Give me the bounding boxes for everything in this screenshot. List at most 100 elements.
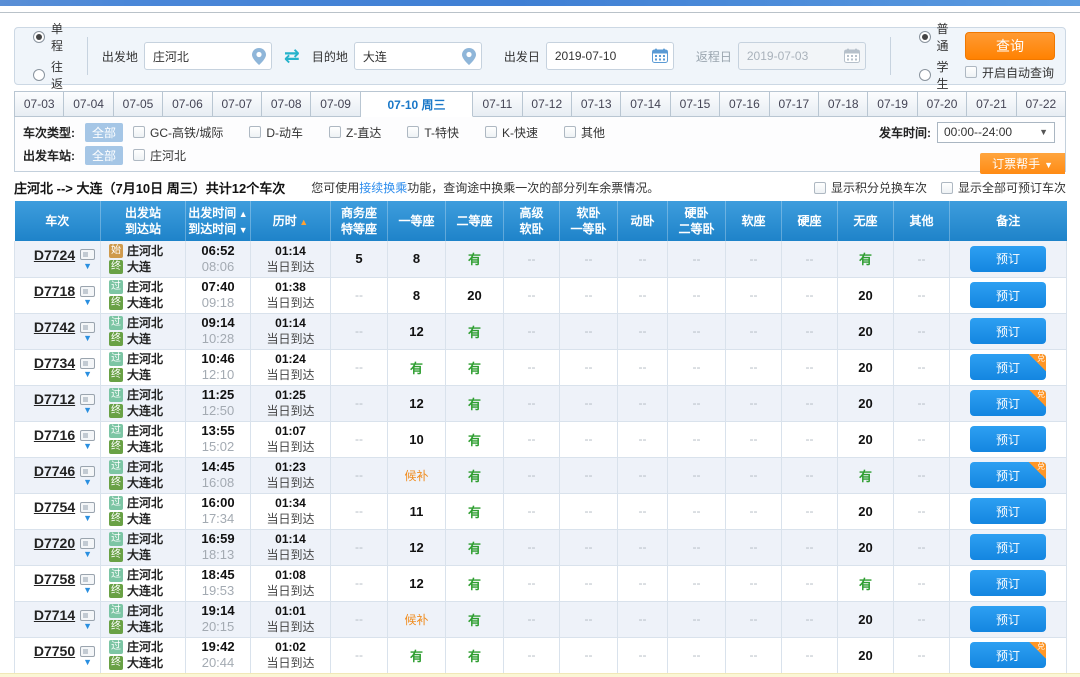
- train-type-option-checkbox[interactable]: Z-直达: [329, 124, 381, 141]
- one-way-label: 单程: [51, 22, 64, 53]
- date-tab-07-12[interactable]: 07-12: [522, 91, 572, 117]
- student-radio[interactable]: 学生: [918, 58, 955, 92]
- train-number-link[interactable]: D7734: [34, 355, 75, 371]
- location-pin-icon[interactable]: [251, 48, 266, 68]
- booking-helper-button[interactable]: 订票帮手 ▼: [980, 153, 1065, 174]
- expand-caret-icon[interactable]: ▼: [80, 261, 95, 271]
- date-tab-07-06[interactable]: 07-06: [163, 91, 213, 117]
- train-number-link[interactable]: D7746: [34, 463, 75, 479]
- train-type-option-checkbox[interactable]: K-快速: [485, 124, 538, 141]
- train-number-link[interactable]: D7714: [34, 607, 75, 623]
- book-button[interactable]: 预订兑: [970, 390, 1046, 416]
- date-tab-07-08[interactable]: 07-08: [262, 91, 312, 117]
- date-tab-07-20[interactable]: 07-20: [917, 91, 968, 117]
- date-tab-07-13[interactable]: 07-13: [571, 91, 622, 117]
- train-type-option-checkbox[interactable]: 其他: [564, 124, 605, 141]
- train-wrap: D7734 ▼: [34, 355, 96, 379]
- column-header: 车次: [14, 201, 101, 241]
- location-pin-icon[interactable]: [461, 48, 476, 68]
- seat-cell: --: [559, 421, 618, 458]
- date-tab-07-22[interactable]: 07-22: [1016, 91, 1067, 117]
- swap-stations-icon[interactable]: ⇄: [284, 47, 300, 66]
- pass-station-tag: 过: [109, 316, 123, 330]
- date-tab-07-09[interactable]: 07-09: [311, 91, 361, 117]
- checkbox-icon: [249, 126, 262, 138]
- book-button[interactable]: 预订兑: [970, 354, 1046, 380]
- expand-caret-icon[interactable]: ▼: [80, 406, 95, 415]
- train-number-link[interactable]: D7718: [34, 283, 75, 299]
- auto-query-checkbox[interactable]: 开启自动查询: [964, 64, 1054, 81]
- book-button[interactable]: 预订: [970, 426, 1046, 452]
- column-header[interactable]: 出发时间 ▲ 到达时间 ▼: [185, 201, 251, 241]
- show-points-checkbox[interactable]: 显示积分兑换车次: [813, 179, 927, 196]
- date-tab-07-07[interactable]: 07-07: [212, 91, 263, 117]
- expand-caret-icon[interactable]: ▼: [80, 442, 95, 451]
- depart-station-all-badge[interactable]: 全部: [85, 145, 124, 165]
- from-station-name: 庄河北: [127, 604, 164, 618]
- column-header[interactable]: 历时 ▲: [250, 201, 331, 241]
- seat-availability: 20: [858, 287, 873, 303]
- pass-station-tag: 过: [109, 424, 123, 438]
- train-cell: D7742 ▼: [14, 313, 101, 350]
- train-type-option-checkbox[interactable]: D-动车: [249, 124, 303, 141]
- expand-caret-icon[interactable]: ▼: [80, 622, 95, 631]
- duration-value: 01:24: [275, 352, 306, 366]
- book-button[interactable]: 预订兑: [970, 462, 1046, 488]
- round-trip-radio[interactable]: 往返: [33, 58, 73, 92]
- expand-caret-icon[interactable]: ▼: [80, 370, 95, 379]
- seat-availability: --: [527, 432, 536, 446]
- train-number-link[interactable]: D7712: [34, 391, 75, 407]
- date-tab-07-11[interactable]: 07-11: [473, 91, 523, 117]
- book-button[interactable]: 预订: [970, 570, 1046, 596]
- book-cell: 预订: [949, 529, 1067, 566]
- query-button[interactable]: 查询: [964, 31, 1055, 60]
- expand-caret-icon[interactable]: ▼: [80, 478, 95, 487]
- date-tab-07-05[interactable]: 07-05: [113, 91, 164, 117]
- seat-cell: --: [667, 529, 726, 566]
- date-tab-07-16[interactable]: 07-16: [720, 91, 770, 117]
- book-button[interactable]: 预订: [970, 318, 1046, 344]
- train-type-option-checkbox[interactable]: GC-高铁/城际: [133, 124, 223, 141]
- book-button[interactable]: 预订兑: [970, 642, 1046, 668]
- calendar-icon[interactable]: [651, 48, 668, 66]
- train-number-link[interactable]: D7716: [34, 427, 75, 443]
- expand-caret-icon[interactable]: ▼: [80, 658, 95, 667]
- date-tab-07-17[interactable]: 07-17: [769, 91, 820, 117]
- normal-radio[interactable]: 普通: [918, 20, 955, 54]
- book-button[interactable]: 预订: [970, 282, 1046, 308]
- date-tab-07-10[interactable]: 07-10 周三: [360, 91, 474, 117]
- train-number-link[interactable]: D7750: [34, 643, 75, 659]
- show-all-bookable-checkbox[interactable]: 显示全部可预订车次: [940, 179, 1066, 196]
- expand-caret-icon[interactable]: ▼: [80, 334, 95, 343]
- train-number-link[interactable]: D7754: [34, 499, 75, 515]
- expand-caret-icon[interactable]: ▼: [80, 298, 95, 307]
- train-type-option-checkbox[interactable]: T-特快: [407, 124, 459, 141]
- train-number-link[interactable]: D7720: [34, 535, 75, 551]
- date-tab-07-21[interactable]: 07-21: [967, 91, 1017, 117]
- expand-caret-icon[interactable]: ▼: [80, 586, 95, 595]
- book-button[interactable]: 预订: [970, 498, 1046, 524]
- seat-availability: --: [638, 468, 647, 482]
- times-cell: 06:52 08:06: [185, 241, 251, 278]
- book-button[interactable]: 预订: [970, 245, 1046, 272]
- train-number-link[interactable]: D7758: [34, 571, 75, 587]
- expand-caret-icon[interactable]: ▼: [80, 550, 95, 559]
- train-type-all-badge[interactable]: 全部: [85, 122, 124, 142]
- book-button[interactable]: 预订: [970, 606, 1046, 632]
- train-number-link[interactable]: D7742: [34, 319, 75, 335]
- expand-caret-icon[interactable]: ▼: [80, 514, 95, 523]
- date-tab-07-03[interactable]: 07-03: [14, 91, 65, 117]
- transfer-link[interactable]: 接续换乘: [359, 181, 407, 195]
- train-number-link[interactable]: D7724: [34, 247, 75, 263]
- depart-time-select[interactable]: 00:00--24:00 ▼: [937, 121, 1055, 143]
- seat-cell: --: [503, 529, 560, 566]
- book-button[interactable]: 预订: [970, 534, 1046, 560]
- date-tab-07-04[interactable]: 07-04: [64, 91, 114, 117]
- seat-availability: --: [355, 324, 363, 338]
- date-tab-07-14[interactable]: 07-14: [621, 91, 671, 117]
- date-tab-07-19[interactable]: 07-19: [868, 91, 918, 117]
- date-tab-07-15[interactable]: 07-15: [670, 91, 721, 117]
- date-tab-07-18[interactable]: 07-18: [819, 91, 869, 117]
- one-way-radio[interactable]: 单程: [33, 20, 73, 54]
- depart-station-option-checkbox[interactable]: 庄河北: [133, 147, 186, 164]
